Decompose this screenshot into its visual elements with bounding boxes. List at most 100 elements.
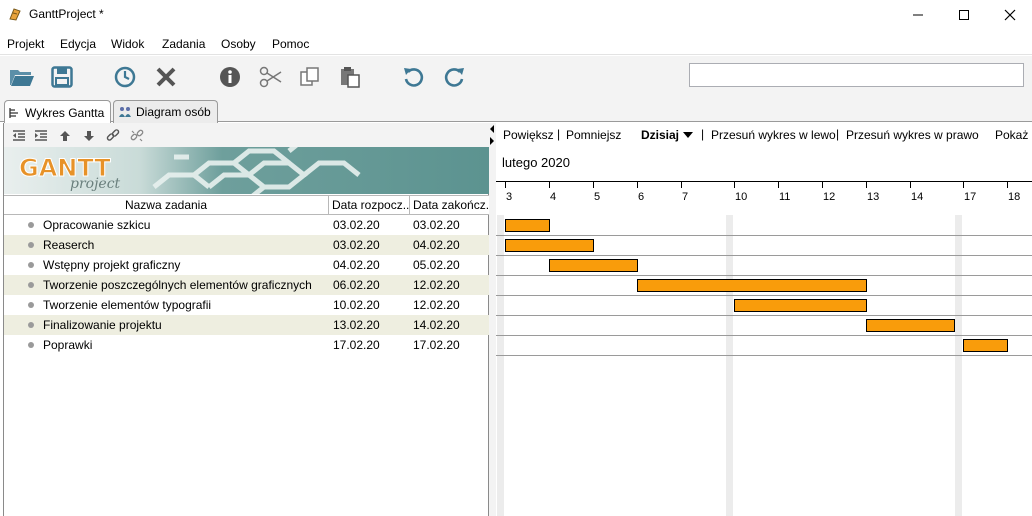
task-end: 14.02.20: [413, 318, 460, 332]
task-row[interactable]: Reaserch 03.02.20 04.02.20: [4, 235, 489, 255]
ganttproject-banner: GANTT project: [4, 147, 489, 194]
task-bar-reaserch[interactable]: [505, 239, 594, 252]
open-folder-icon: [10, 70, 34, 86]
task-bar-typografia[interactable]: [734, 299, 867, 312]
indent-button[interactable]: [32, 127, 50, 145]
menu-pomoc[interactable]: Pomoc: [272, 37, 309, 51]
history-button[interactable]: [112, 64, 138, 90]
day-tick: [593, 182, 594, 188]
redo-icon: [444, 68, 464, 87]
unindent-button[interactable]: [10, 127, 28, 145]
save-button[interactable]: [49, 64, 75, 90]
task-bar-wstepny-projekt[interactable]: [549, 259, 638, 272]
delete-button[interactable]: [153, 64, 179, 90]
task-row[interactable]: Finalizowanie projektu 13.02.20 14.02.20: [4, 315, 489, 335]
paste-icon: [341, 67, 360, 88]
link-button[interactable]: [104, 127, 122, 145]
zoom-out-link[interactable]: Pomniejsz: [566, 128, 621, 142]
task-row[interactable]: Tworzenie poszczególnych elementów grafi…: [4, 275, 489, 295]
day-tick: [822, 182, 823, 188]
gantt-tab-icon: [9, 107, 21, 119]
app-logo-icon: [8, 7, 22, 21]
cut-button[interactable]: [258, 64, 284, 90]
task-row[interactable]: Poprawki 17.02.20 17.02.20: [4, 335, 489, 355]
close-button[interactable]: [987, 0, 1032, 30]
col-header-end[interactable]: Data zakończ...: [410, 196, 489, 215]
row-separator: [496, 255, 1032, 256]
open-button[interactable]: [9, 64, 35, 90]
scroll-right-link[interactable]: Przesuń wykres w prawo: [846, 128, 979, 142]
task-tools: [4, 123, 489, 147]
task-bar-opracowanie-szkicu[interactable]: [505, 219, 550, 232]
col-header-name[interactable]: Nazwa zadania: [4, 196, 329, 215]
window-title: GanttProject *: [29, 7, 104, 21]
day-label: 10: [735, 191, 748, 203]
day-label: 17: [964, 191, 977, 203]
zoom-in-link[interactable]: Powiększ: [503, 128, 554, 142]
undo-icon: [404, 68, 424, 87]
chart-navigation: Powiększ | Pomniejsz Dzisiaj | Przesuń w…: [496, 123, 1032, 147]
redo-button[interactable]: [441, 64, 467, 90]
task-start: 13.02.20: [333, 318, 380, 332]
scroll-left-link[interactable]: Przesuń wykres w lewo: [711, 128, 836, 142]
move-down-button[interactable]: [80, 127, 98, 145]
task-row[interactable]: Wstępny projekt graficzny 04.02.20 05.02…: [4, 255, 489, 275]
show-link[interactable]: Pokaż: [995, 128, 1028, 142]
task-end: 04.02.20: [413, 238, 460, 252]
pane-splitter[interactable]: [489, 123, 496, 516]
today-dropdown[interactable]: Dzisiaj: [641, 128, 679, 142]
tab-gantt-label: Wykres Gantta: [25, 105, 105, 120]
info-button[interactable]: [217, 64, 243, 90]
save-icon: [51, 66, 73, 88]
unlink-icon: [130, 129, 144, 142]
task-bullet-icon: [28, 282, 34, 288]
row-separator: [496, 275, 1032, 276]
gantt-chart-pane: Powiększ | Pomniejsz Dzisiaj | Przesuń w…: [496, 123, 1032, 516]
task-end: 12.02.20: [413, 278, 460, 292]
day-tick: [549, 182, 550, 188]
tab-gantt-chart[interactable]: Wykres Gantta: [4, 100, 112, 124]
menu-edycja[interactable]: Edycja: [60, 37, 96, 51]
paste-button[interactable]: [337, 64, 363, 90]
delete-icon: [156, 67, 176, 87]
task-bullet-icon: [28, 302, 34, 308]
maximize-button[interactable]: [941, 0, 987, 30]
col-header-start[interactable]: Data rozpocz...: [329, 196, 410, 215]
task-name: Poprawki: [43, 338, 93, 352]
menu-projekt[interactable]: Projekt: [7, 37, 44, 51]
day-label: 7: [682, 191, 689, 203]
title-bar: GanttProject *: [0, 0, 1032, 30]
info-icon: [220, 67, 240, 87]
day-tick: [866, 182, 867, 188]
month-label: lutego 2020: [502, 155, 570, 170]
unlink-button[interactable]: [128, 127, 146, 145]
menu-widok[interactable]: Widok: [111, 37, 144, 51]
day-tick: [963, 182, 964, 188]
task-bar-elementy-graficzne[interactable]: [637, 279, 867, 292]
tab-resource-chart[interactable]: Diagram osób: [113, 100, 218, 123]
move-up-button[interactable]: [56, 127, 74, 145]
menu-zadania[interactable]: Zadania: [162, 37, 205, 51]
copy-button[interactable]: [297, 64, 323, 90]
day-label: 4: [550, 191, 557, 203]
task-row[interactable]: Opracowanie szkicu 03.02.20 03.02.20: [4, 215, 489, 235]
task-name: Reaserch: [43, 238, 95, 252]
row-separator: [496, 295, 1032, 296]
minimize-button[interactable]: [895, 0, 941, 30]
day-label: 5: [594, 191, 601, 203]
menu-osoby[interactable]: Osoby: [221, 37, 256, 51]
task-row[interactable]: Tworzenie elementów typografii 10.02.20 …: [4, 295, 489, 315]
task-bar-finalizowanie[interactable]: [866, 319, 955, 332]
close-icon: [1004, 9, 1016, 21]
chevron-down-icon[interactable]: [683, 132, 693, 138]
day-tick: [637, 182, 638, 188]
nav-separator: |: [701, 127, 705, 141]
search-input[interactable]: [689, 63, 1024, 87]
day-tick: [505, 182, 506, 188]
task-name: Finalizowanie projektu: [43, 318, 162, 332]
undo-button[interactable]: [401, 64, 427, 90]
day-label: 18: [1008, 191, 1021, 203]
task-start: 03.02.20: [333, 238, 380, 252]
task-end: 05.02.20: [413, 258, 460, 272]
task-bar-poprawki[interactable]: [963, 339, 1008, 352]
